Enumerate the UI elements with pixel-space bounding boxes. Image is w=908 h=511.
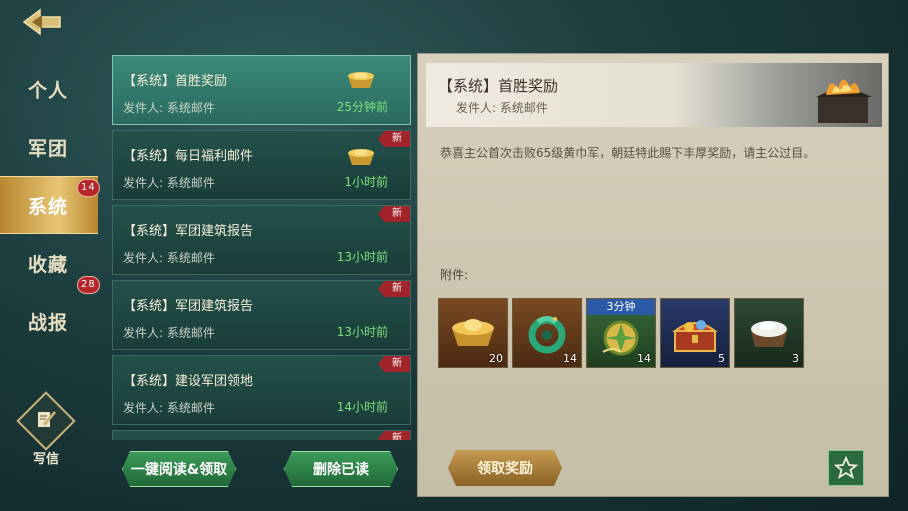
attachment-item[interactable]: 20 [438, 298, 508, 368]
new-badge: 新 [378, 431, 410, 440]
mail-body: 恭喜主公首次击败65级黄巾军，朝廷特此赐下丰厚奖励，请主公过目。 [440, 146, 816, 160]
nav-item-system[interactable]: 系统 14 [0, 176, 100, 234]
unread-badge: 28 [77, 276, 100, 294]
mail-item[interactable]: 【系统】首胜奖励 发件人: 系统邮件 25分钟前 [112, 55, 411, 125]
mail-time: 1小时前 [344, 175, 388, 189]
item-timer: 3分钟 [587, 299, 655, 315]
nav-label: 系统 [28, 195, 69, 218]
treasure-chest-icon [672, 320, 718, 352]
mail-time: 13小时前 [336, 325, 388, 339]
read-all-claim-button[interactable]: 一键阅读&领取 [122, 451, 236, 487]
nav-label: 战报 [28, 311, 69, 334]
gold-ingot-icon [452, 319, 494, 346]
item-count: 14 [563, 352, 577, 365]
mail-time: 13小时前 [336, 250, 388, 264]
star-icon [834, 456, 858, 479]
detail-sender: 发件人: 系统邮件 [456, 101, 548, 115]
claim-reward-button[interactable]: 领取奖励 [448, 450, 562, 486]
new-badge: 新 [378, 206, 410, 222]
burning-fortress-icon [816, 79, 872, 123]
nav-label: 收藏 [28, 253, 69, 276]
mail-list: 【系统】首胜奖励 发件人: 系统邮件 25分钟前 【系统】每日福利邮件 发件人:… [112, 55, 411, 440]
jade-dragon-icon [528, 316, 566, 354]
category-nav: 个人 军团 系统 14 收藏 战报 28 [0, 60, 100, 350]
mail-detail-panel: 【系统】首胜奖励 发件人: 系统邮件 恭喜主公首次击败65级黄巾军，朝廷特此赐下… [417, 53, 889, 497]
attachment-item[interactable]: 3分钟 14 [586, 298, 656, 368]
favorite-star-button[interactable] [828, 450, 864, 486]
mail-item[interactable]: 新 [112, 430, 411, 440]
mail-item[interactable]: 【系统】军团建筑报告 发件人: 系统邮件 13小时前 新 [112, 280, 411, 350]
attachment-item[interactable]: 5 [660, 298, 730, 368]
mail-title: 【系统】军团建筑报告 [123, 299, 254, 314]
mail-time: 25分钟前 [336, 100, 388, 114]
item-count: 20 [489, 352, 503, 365]
attachment-item[interactable]: 3 [734, 298, 804, 368]
quill-icon [16, 391, 76, 451]
rice-cart-icon [751, 321, 787, 347]
unread-badge: 14 [77, 179, 100, 197]
detail-header: 【系统】首胜奖励 发件人: 系统邮件 [426, 63, 882, 127]
mail-item[interactable]: 【系统】建设军团领地 发件人: 系统邮件 14小时前 新 [112, 355, 411, 425]
mail-title: 【系统】建设军团领地 [123, 374, 254, 389]
gold-ingot-icon [348, 72, 374, 88]
nav-item-legion[interactable]: 军团 [0, 118, 98, 176]
attachment-item[interactable]: 14 [512, 298, 582, 368]
mail-item[interactable]: 【系统】军团建筑报告 发件人: 系统邮件 13小时前 新 [112, 205, 411, 275]
item-count: 3 [792, 352, 799, 365]
mail-time: 14小时前 [336, 400, 388, 414]
new-badge: 新 [378, 281, 410, 297]
new-badge: 新 [378, 356, 410, 372]
delete-read-button[interactable]: 删除已读 [284, 451, 398, 487]
gold-ingot-icon [348, 149, 374, 165]
nav-label: 个人 [28, 79, 69, 102]
nav-item-personal[interactable]: 个人 [0, 60, 98, 118]
attachment-label: 附件: [440, 268, 469, 282]
back-icon[interactable] [20, 8, 64, 36]
detail-title: 【系统】首胜奖励 [438, 77, 559, 95]
item-count: 14 [637, 352, 651, 365]
mail-item[interactable]: 【系统】每日福利邮件 发件人: 系统邮件 1小时前 新 [112, 130, 411, 200]
attachment-list: 20 14 3分钟 14 5 3 [438, 298, 804, 368]
nav-item-battle-report[interactable]: 战报 28 [0, 276, 100, 350]
write-letter-label: 写信 [32, 452, 59, 467]
new-badge: 新 [378, 131, 410, 147]
mail-title: 【系统】军团建筑报告 [123, 224, 254, 239]
write-letter-button[interactable]: 写信 [16, 391, 76, 467]
item-count: 5 [718, 352, 725, 365]
nav-label: 军团 [28, 137, 69, 160]
